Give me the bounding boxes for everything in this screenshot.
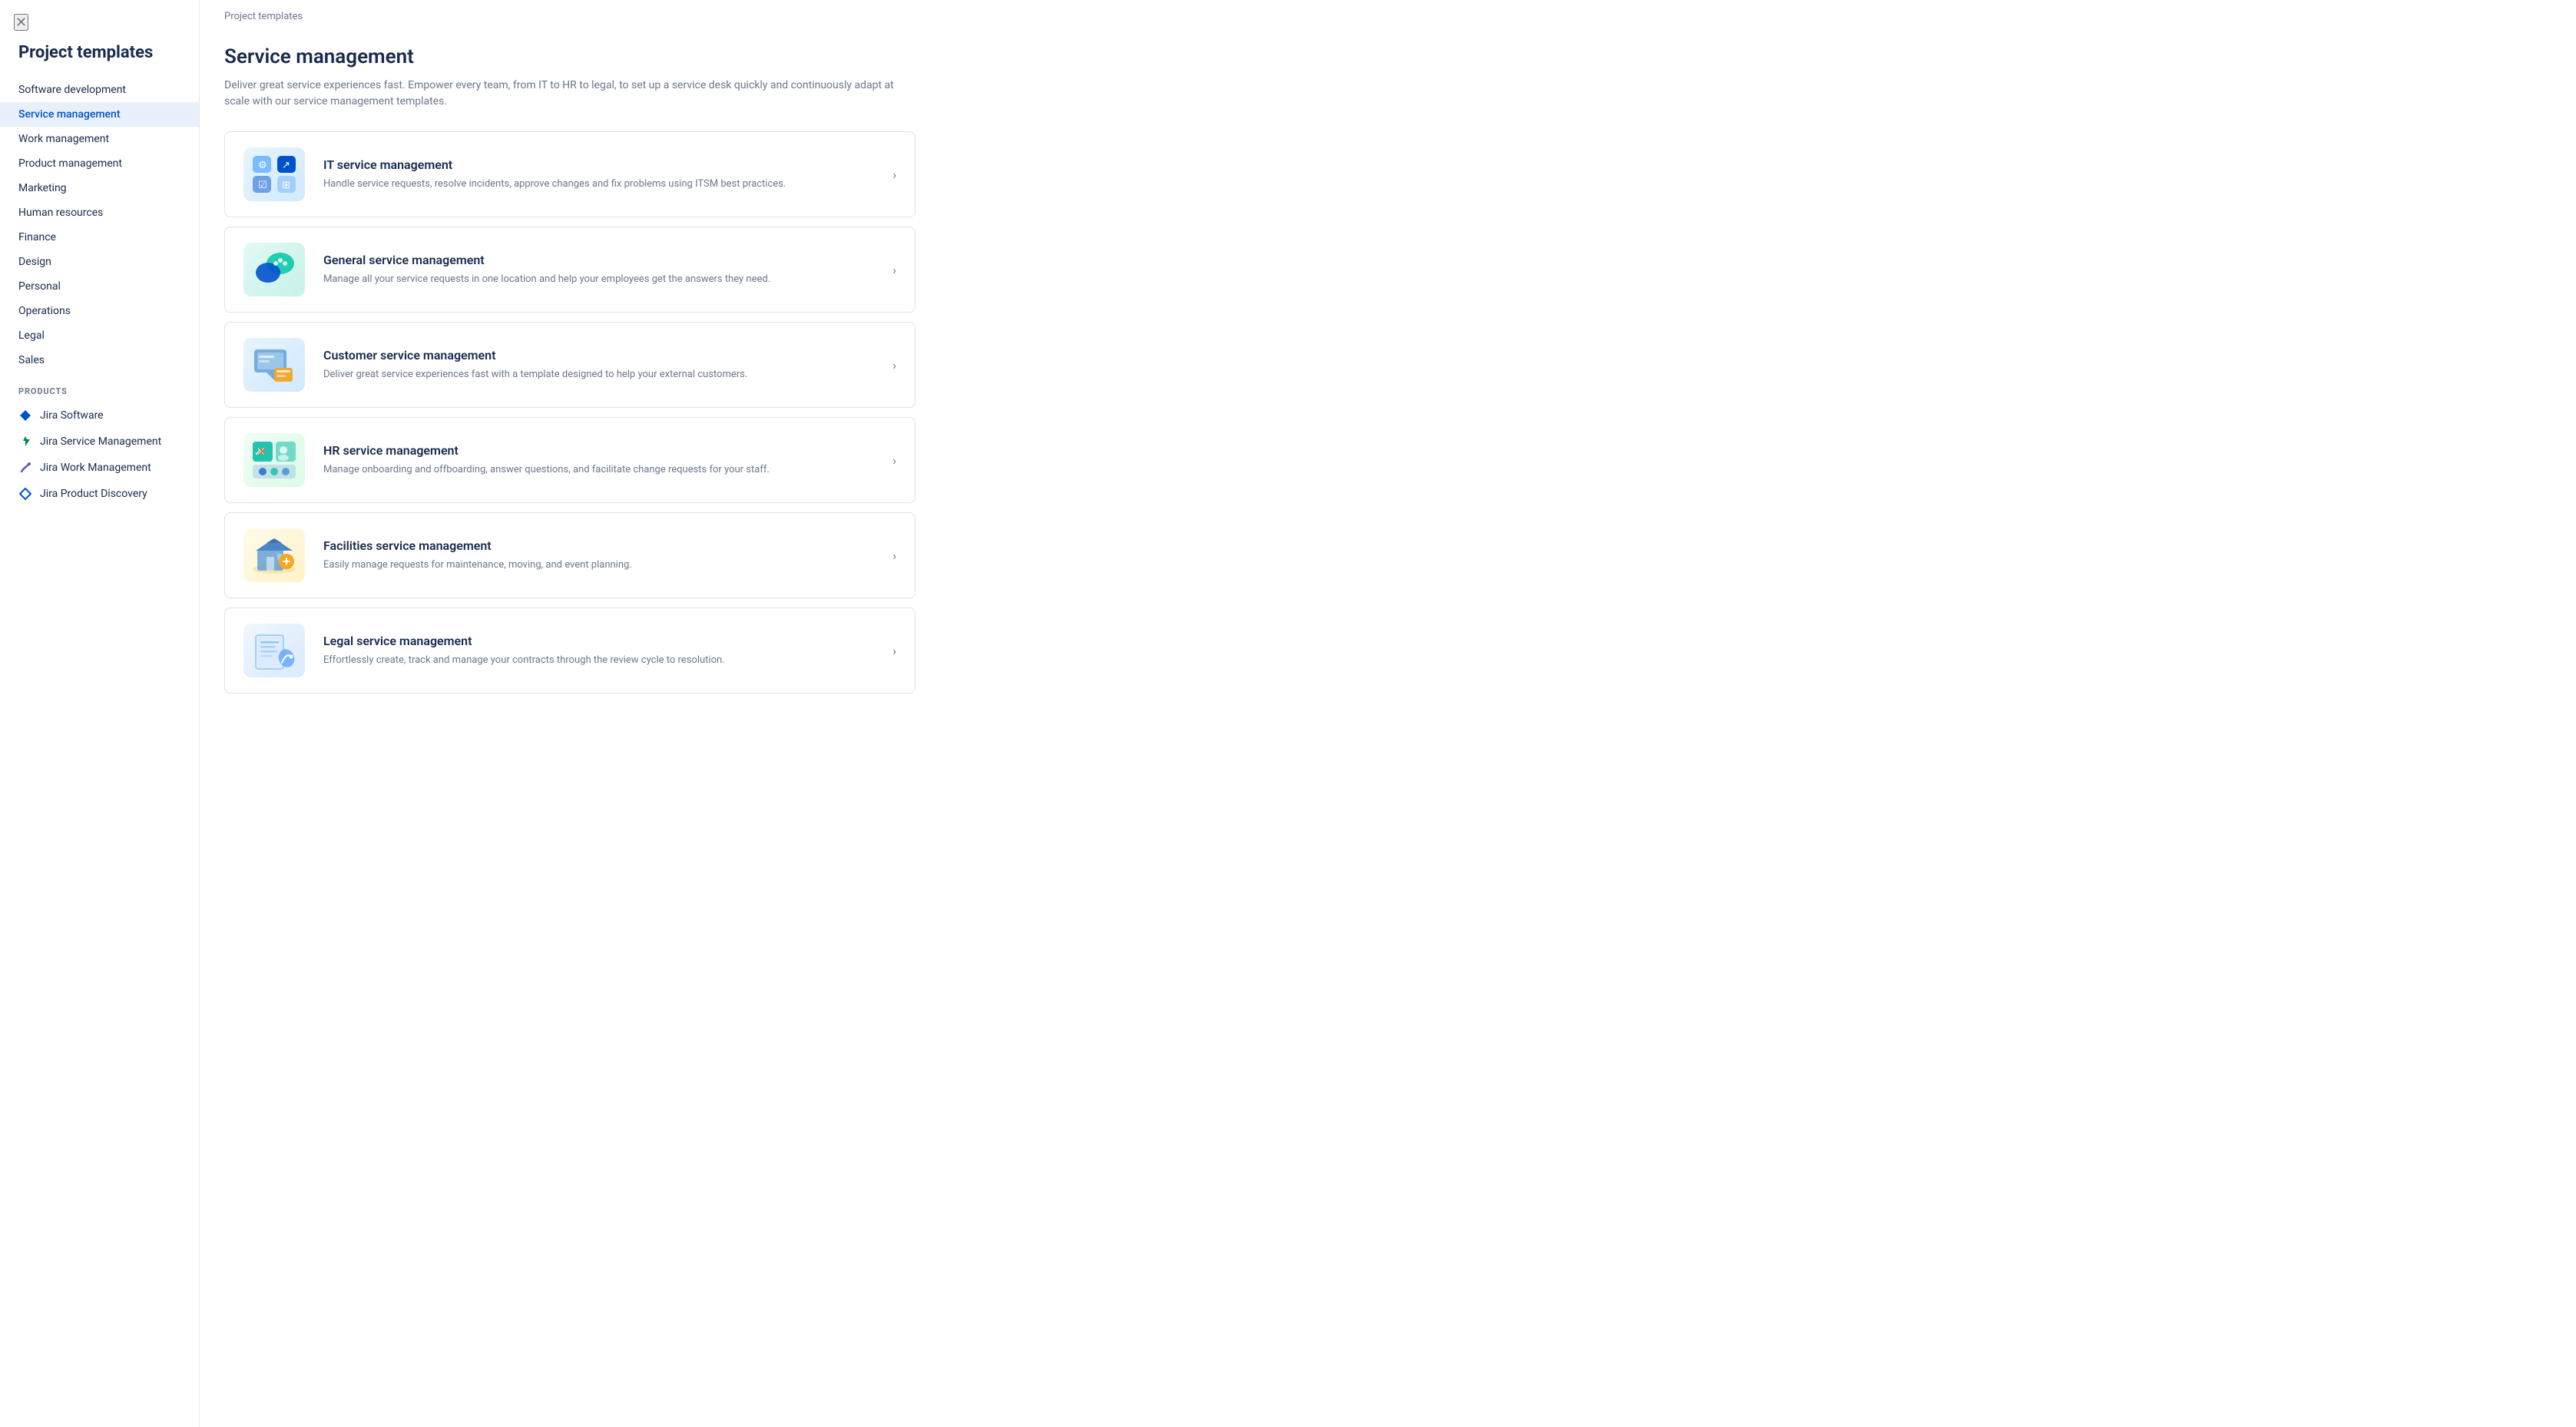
legal-service-management-desc: Effortlessly create, track and manage yo…: [323, 653, 863, 668]
products-section-label: PRODUCTS: [0, 372, 199, 402]
sidebar-title: Project templates: [0, 37, 199, 78]
jira-service-management-label: Jira Service Management: [40, 435, 161, 448]
jira-software-label: Jira Software: [40, 409, 104, 422]
template-info-customer: Customer service management Deliver grea…: [323, 348, 863, 382]
template-list: ⚙ ↗ ☑ ⊞ IT service management Handle ser…: [224, 131, 916, 703]
sidebar-item-finance[interactable]: Finance: [0, 225, 199, 250]
jira-product-discovery-label: Jira Product Discovery: [40, 488, 147, 500]
facilities-service-management-arrow: ›: [881, 548, 896, 563]
sidebar-item-jira-software[interactable]: Jira Software: [0, 402, 199, 429]
template-card-legal-service-management[interactable]: Legal service management Effortlessly cr…: [224, 608, 916, 694]
general-service-management-desc: Manage all your service requests in one …: [323, 272, 863, 287]
legal-service-management-title: Legal service management: [323, 634, 863, 648]
hr-service-management-icon: ✕ ✕ ✓: [243, 433, 305, 487]
general-service-management-icon: [243, 243, 305, 296]
svg-text:⊞: ⊞: [282, 180, 290, 191]
template-info-facilities: Facilities service management Easily man…: [323, 538, 863, 573]
it-service-management-title: IT service management: [323, 157, 863, 172]
sidebar-item-marketing[interactable]: Marketing: [0, 176, 199, 200]
general-service-management-title: General service management: [323, 253, 863, 267]
jira-software-icon: [18, 409, 32, 422]
breadcrumb: Project templates: [200, 0, 2576, 33]
jira-service-management-icon: [18, 435, 32, 449]
svg-text:⚙: ⚙: [258, 160, 267, 171]
template-card-general-service-management[interactable]: General service management Manage all yo…: [224, 227, 916, 313]
general-service-management-arrow: ›: [881, 263, 896, 277]
it-service-management-icon: ⚙ ↗ ☑ ⊞: [243, 147, 305, 201]
hr-service-management-title: HR service management: [323, 443, 863, 458]
close-button[interactable]: ✕: [14, 14, 28, 31]
page-description: Deliver great service experiences fast. …: [224, 78, 916, 110]
jira-work-management-icon: [18, 461, 32, 475]
it-service-management-arrow: ›: [881, 167, 896, 182]
sidebar-item-jira-product-discovery[interactable]: Jira Product Discovery: [0, 481, 199, 507]
sidebar-item-operations[interactable]: Operations: [0, 299, 199, 323]
sidebar: ✕ Project templates Software development…: [0, 0, 200, 1427]
template-card-hr-service-management[interactable]: ✕ ✕ ✓ HR service management Manage onboa…: [224, 417, 916, 503]
sidebar-item-jira-work-management[interactable]: Jira Work Management: [0, 455, 199, 481]
hr-service-management-arrow: ›: [881, 453, 896, 468]
sidebar-item-legal[interactable]: Legal: [0, 323, 199, 348]
template-info-it: IT service management Handle service req…: [323, 157, 863, 192]
customer-service-management-desc: Deliver great service experiences fast w…: [323, 367, 863, 382]
sidebar-item-human-resources[interactable]: Human resources: [0, 200, 199, 225]
content-area: Service management Deliver great service…: [200, 33, 2576, 727]
jira-product-discovery-icon: [18, 487, 32, 501]
sidebar-item-work-management[interactable]: Work management: [0, 127, 199, 151]
svg-text:↗: ↗: [282, 160, 290, 171]
jira-work-management-label: Jira Work Management: [40, 462, 151, 474]
svg-text:✓: ✓: [254, 447, 262, 458]
sidebar-item-jira-service-management[interactable]: Jira Service Management: [0, 429, 199, 455]
template-card-it-service-management[interactable]: ⚙ ↗ ☑ ⊞ IT service management Handle ser…: [224, 131, 916, 217]
sidebar-item-software-development[interactable]: Software development: [0, 78, 199, 102]
sidebar-item-product-management[interactable]: Product management: [0, 151, 199, 176]
customer-service-management-icon: [243, 338, 305, 392]
sidebar-nav: Software development Service management …: [0, 78, 199, 372]
svg-text:☑: ☑: [258, 180, 267, 191]
customer-service-management-title: Customer service management: [323, 348, 863, 363]
sidebar-item-personal[interactable]: Personal: [0, 274, 199, 299]
sidebar-item-service-management[interactable]: Service management: [0, 102, 199, 127]
main-content: Project templates Service management Del…: [200, 0, 2576, 1427]
facilities-service-management-icon: [243, 528, 305, 582]
template-info-general: General service management Manage all yo…: [323, 253, 863, 287]
sidebar-item-design[interactable]: Design: [0, 250, 199, 274]
sidebar-item-sales[interactable]: Sales: [0, 348, 199, 372]
hr-service-management-desc: Manage onboarding and offboarding, answe…: [323, 462, 863, 478]
facilities-service-management-title: Facilities service management: [323, 538, 863, 553]
customer-service-management-arrow: ›: [881, 358, 896, 372]
legal-service-management-arrow: ›: [881, 644, 896, 658]
template-info-legal: Legal service management Effortlessly cr…: [323, 634, 863, 668]
legal-service-management-icon: [243, 624, 305, 677]
template-card-facilities-service-management[interactable]: Facilities service management Easily man…: [224, 512, 916, 598]
it-service-management-desc: Handle service requests, resolve inciden…: [323, 177, 863, 192]
page-title: Service management: [224, 45, 2551, 68]
template-info-hr: HR service management Manage onboarding …: [323, 443, 863, 478]
facilities-service-management-desc: Easily manage requests for maintenance, …: [323, 558, 863, 573]
template-card-customer-service-management[interactable]: Customer service management Deliver grea…: [224, 322, 916, 408]
